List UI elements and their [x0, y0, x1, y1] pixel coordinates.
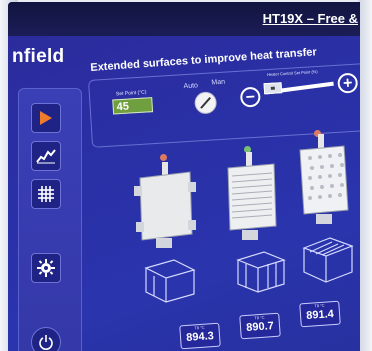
setpoint-input[interactable]: 45 [112, 97, 154, 115]
sample-2-wireframe [236, 251, 286, 293]
sample-3-readout-value: 891.4 [305, 308, 335, 322]
graph-icon [36, 148, 56, 164]
app-title: HT19X – Free & [262, 11, 358, 26]
sample-1-readout-value: 894.3 [185, 330, 215, 344]
heater-decrease-button[interactable]: − [239, 86, 261, 108]
sidebar-item-table[interactable] [31, 179, 61, 209]
sample-3-readout: T8 °C 891.4 [299, 300, 341, 328]
sample-3-heat-sink-image [299, 134, 349, 224]
sample-1-readout: T8 °C 894.3 [179, 322, 221, 350]
play-icon [39, 110, 53, 126]
gear-icon [37, 259, 55, 277]
title-bar: HT19X – Free & [8, 2, 360, 36]
sample-2-readout-value: 890.7 [245, 320, 275, 334]
setpoint-label: Set Point (°C) [115, 89, 147, 98]
sidebar-item-power[interactable] [31, 327, 61, 351]
mode-auto-label: Auto [183, 82, 199, 91]
sample-2-heat-sink-image [227, 152, 277, 240]
sidebar-item-settings[interactable] [31, 253, 61, 283]
photo-background-right [358, 0, 372, 351]
heater-increase-button[interactable]: + [337, 72, 359, 94]
brand-logo-text: nfield [12, 46, 65, 67]
sample-1-wireframe [144, 259, 196, 303]
heater-control-label: Heater Control Set Point (%) [266, 68, 318, 78]
sidebar [18, 88, 82, 351]
sidebar-item-graph[interactable] [31, 141, 61, 171]
sample-2-readout: T8 °C 890.7 [239, 312, 281, 340]
sample-3-wireframe [302, 237, 354, 283]
sample-1-status-led [160, 154, 167, 161]
heater-slider-handle[interactable] [263, 82, 283, 95]
sample-1-heat-sink-image [134, 162, 196, 248]
mode-selector-knob[interactable] [193, 91, 218, 115]
power-icon [38, 334, 54, 350]
mode-man-label: Man [211, 78, 226, 87]
touch-screen: HT19X – Free & nfield Extended surfaces … [8, 2, 360, 351]
sidebar-item-run[interactable] [31, 103, 61, 133]
grid-icon [37, 185, 55, 203]
